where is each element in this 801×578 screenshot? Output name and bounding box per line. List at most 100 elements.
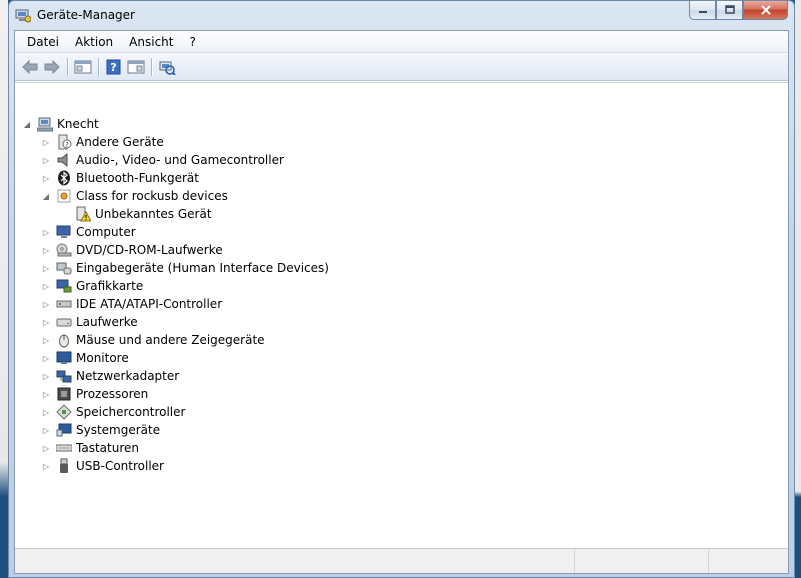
tree-item-label: Prozessoren: [76, 387, 149, 401]
warning-device-icon: [76, 206, 91, 222]
collapse-icon[interactable]: ◢: [41, 191, 51, 201]
tree-item-audio[interactable]: ▷ Audio-, Video- und Gamecontroller: [41, 151, 284, 169]
action-pane-button[interactable]: [125, 56, 147, 78]
minimize-button[interactable]: [689, 1, 716, 20]
console-tree-button[interactable]: [72, 56, 94, 78]
tree-item-unbekanntes-geraet[interactable]: Unbekanntes Gerät: [70, 205, 212, 223]
maximize-icon: [724, 5, 735, 14]
computer-icon: [56, 225, 71, 238]
tree-item-label: Bluetooth-Funkgerät: [76, 171, 199, 185]
expand-icon[interactable]: ▷: [41, 407, 51, 417]
tree-item-monitore[interactable]: ▷ Monitore: [41, 349, 129, 367]
expand-icon[interactable]: ▷: [41, 425, 51, 435]
expand-icon[interactable]: ▷: [41, 155, 51, 165]
menu-aktion[interactable]: Aktion: [67, 33, 121, 51]
title-bar[interactable]: Geräte-Manager: [9, 1, 794, 30]
device-tree[interactable]: ◢ Knecht ▷ ? Andere Geräte ▷ Audio-, Vid…: [15, 82, 788, 548]
help-button[interactable]: ?: [103, 56, 125, 78]
toolbar-separator: [151, 57, 152, 76]
maximize-button[interactable]: [716, 1, 743, 20]
tree-item-maeuse[interactable]: ▷ Mäuse und andere Zeigegeräte: [41, 331, 265, 349]
expand-icon[interactable]: ▷: [41, 137, 51, 147]
tree-root-label: Knecht: [57, 117, 99, 131]
tree-item-rockusb[interactable]: ◢ Class for rockusb devices: [41, 187, 228, 205]
device-class-icon: [57, 189, 71, 203]
expand-icon[interactable]: ▷: [41, 245, 51, 255]
tree-item-systemgeraete[interactable]: ▷ Systemgeräte: [41, 421, 160, 439]
hid-icon: [56, 262, 72, 275]
expand-icon[interactable]: ▷: [41, 227, 51, 237]
tree-item-label: DVD/CD-ROM-Laufwerke: [76, 243, 223, 257]
scan-hardware-button[interactable]: [156, 56, 178, 78]
tree-root[interactable]: ◢ Knecht: [22, 115, 99, 133]
expand-icon[interactable]: ▷: [41, 335, 51, 345]
expand-icon[interactable]: ▷: [41, 371, 51, 381]
status-bar: [15, 548, 788, 573]
tree-item-netzwerk[interactable]: ▷ Netzwerkadapter: [41, 367, 179, 385]
window-title: Geräte-Manager: [37, 8, 135, 22]
tree-item-laufwerke[interactable]: ▷ Laufwerke: [41, 313, 138, 331]
expand-icon[interactable]: ▷: [41, 389, 51, 399]
tree-item-label: Computer: [76, 225, 136, 239]
menu-datei[interactable]: Datei: [19, 33, 67, 51]
caption-buttons: [689, 1, 788, 21]
processor-icon: [57, 387, 71, 401]
client-area: Datei Aktion Ansicht ? ? ◢ Knecht ▷ ? An…: [14, 30, 789, 574]
toolbar: ?: [15, 53, 788, 81]
ide-controller-icon: [56, 300, 72, 308]
expand-icon[interactable]: ▷: [41, 281, 51, 291]
tree-item-dvd[interactable]: ▷ DVD/CD-ROM-Laufwerke: [41, 241, 223, 259]
status-cell-main: [15, 549, 575, 573]
toolbar-separator: [67, 57, 68, 76]
toolbar-separator: [98, 57, 99, 76]
tree-item-label: Unbekanntes Gerät: [95, 207, 212, 221]
expand-icon[interactable]: ▷: [41, 173, 51, 183]
svg-text:?: ?: [110, 61, 116, 74]
tree-item-label: Systemgeräte: [76, 423, 161, 437]
expand-icon[interactable]: ▷: [41, 263, 51, 273]
tree-item-usb[interactable]: ▷ USB-Controller: [41, 457, 164, 475]
tree-item-speichercontroller[interactable]: ▷ Speichercontroller: [41, 403, 185, 421]
tree-item-label: Andere Geräte: [76, 135, 164, 149]
tree-item-hid[interactable]: ▷ Eingabegeräte (Human Interface Devices…: [41, 259, 329, 277]
expand-icon[interactable]: ▷: [41, 353, 51, 363]
expand-icon[interactable]: ▷: [41, 443, 51, 453]
close-button[interactable]: [743, 1, 788, 20]
mouse-icon: [59, 334, 69, 348]
back-arrow-icon: [22, 59, 38, 74]
tree-item-label: Speichercontroller: [76, 405, 186, 419]
tree-item-ide[interactable]: ▷ IDE ATA/ATAPI-Controller: [41, 295, 222, 313]
expand-icon[interactable]: ▷: [41, 317, 51, 327]
tree-item-computer[interactable]: ▷ Computer: [41, 223, 136, 241]
expand-icon[interactable]: ▷: [41, 461, 51, 471]
forward-arrow-icon: [44, 59, 60, 74]
tree-item-label: Laufwerke: [76, 315, 138, 329]
tree-item-grafikkarte[interactable]: ▷ Grafikkarte: [41, 277, 143, 295]
forward-button[interactable]: [41, 56, 63, 78]
keyboard-icon: [56, 444, 72, 452]
desktop-edge-left: [0, 0, 8, 578]
menu-help[interactable]: ?: [181, 33, 203, 51]
unknown-device-icon: ?: [58, 134, 72, 150]
close-icon: [760, 5, 771, 15]
scan-hardware-icon: [159, 61, 176, 75]
menu-ansicht[interactable]: Ansicht: [121, 33, 181, 51]
tree-item-andere-geraete[interactable]: ▷ ? Andere Geräte: [41, 133, 164, 151]
expand-icon[interactable]: ▷: [41, 299, 51, 309]
tree-item-label: Grafikkarte: [76, 279, 144, 293]
minimize-icon: [698, 11, 707, 13]
tree-item-label: USB-Controller: [76, 459, 164, 473]
tree-item-bluetooth[interactable]: ▷ Bluetooth-Funkgerät: [41, 169, 199, 187]
desktop-edge-right: [795, 0, 801, 578]
disk-drive-icon: [56, 318, 72, 327]
collapse-icon[interactable]: ◢: [22, 119, 32, 129]
svg-text:?: ?: [65, 141, 69, 149]
tree-item-label: Monitore: [76, 351, 129, 365]
menu-bar: Datei Aktion Ansicht ?: [15, 31, 788, 53]
back-button[interactable]: [19, 56, 41, 78]
computer-network-icon: [37, 117, 53, 132]
tree-item-tastaturen[interactable]: ▷ Tastaturen: [41, 439, 139, 457]
dvd-drive-icon: [56, 243, 72, 257]
help-icon: ?: [106, 59, 121, 74]
tree-item-prozessoren[interactable]: ▷ Prozessoren: [41, 385, 148, 403]
